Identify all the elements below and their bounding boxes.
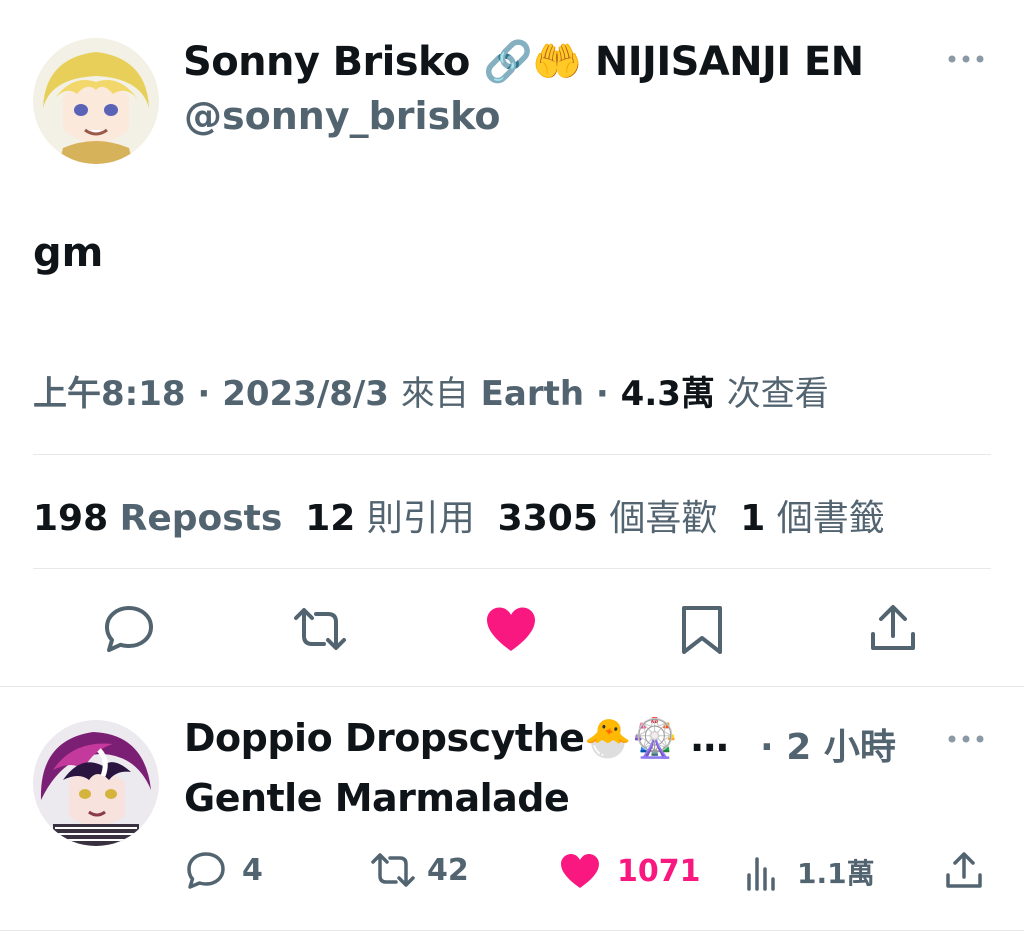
author-handle[interactable]: @sonny_brisko bbox=[184, 94, 501, 138]
author-name[interactable]: Sonny Brisko bbox=[183, 39, 470, 85]
divider bbox=[33, 568, 991, 569]
bookmark-icon[interactable] bbox=[680, 604, 724, 656]
tweet-time[interactable]: 上午8:18 bbox=[33, 374, 186, 414]
reply-count: 4 bbox=[242, 852, 263, 888]
tweet-meta: 上午8:18 · 2023/8/3 來自 Earth · 4.3萬 次查看 bbox=[33, 366, 829, 415]
author-name-line[interactable]: Sonny Brisko 🔗🤲 NIJISANJI EN bbox=[183, 38, 864, 85]
reply-author-name[interactable]: Doppio Dropscythe bbox=[184, 716, 585, 760]
divider bbox=[0, 930, 1024, 931]
reply-like-action[interactable]: 1071 bbox=[559, 852, 701, 890]
views-count: 1.1萬 bbox=[797, 857, 875, 890]
author-avatar[interactable] bbox=[33, 38, 159, 164]
name-ellipsis: … bbox=[690, 716, 729, 760]
views-icon bbox=[745, 853, 781, 891]
like-count: 1071 bbox=[617, 853, 701, 889]
author-affiliation: NIJISANJI EN bbox=[594, 39, 864, 85]
repost-count: 42 bbox=[427, 852, 469, 888]
reply-time[interactable]: 2 小時 bbox=[786, 727, 896, 768]
share-icon[interactable] bbox=[868, 602, 918, 654]
reply-icon[interactable] bbox=[103, 604, 155, 654]
reply-icon bbox=[186, 850, 226, 890]
repost-icon[interactable] bbox=[290, 606, 350, 652]
reply-more-options-icon[interactable] bbox=[946, 732, 986, 746]
like-icon[interactable] bbox=[484, 605, 538, 653]
more-options-icon[interactable] bbox=[946, 52, 986, 66]
likes-stat[interactable]: 3305 個喜歡 bbox=[498, 498, 718, 539]
author-emojis: 🔗🤲 bbox=[483, 39, 582, 85]
tweet-source: Earth bbox=[480, 374, 585, 414]
reply-views-action[interactable]: 1.1萬 bbox=[745, 852, 875, 892]
divider bbox=[0, 686, 1024, 687]
views-count[interactable]: 4.3萬 bbox=[621, 374, 715, 414]
tweet-date[interactable]: 2023/8/3 bbox=[222, 374, 389, 414]
meta-separator: · bbox=[197, 374, 211, 414]
tweet-text: gm bbox=[33, 230, 104, 276]
reply-text: Gentle Marmalade bbox=[184, 776, 570, 820]
divider bbox=[33, 454, 991, 455]
quotes-stat[interactable]: 12 則引用 bbox=[305, 498, 475, 539]
reply-share-icon[interactable] bbox=[944, 850, 984, 890]
views-label: 次查看 bbox=[726, 374, 829, 414]
reply-author-line[interactable]: Doppio Dropscythe🐣🎡 … bbox=[184, 716, 729, 761]
like-icon bbox=[559, 852, 601, 890]
tweet-stats: 198 Reposts 12 則引用 3305 個喜歡 1 個書籤 bbox=[33, 489, 885, 541]
reply-avatar[interactable] bbox=[33, 720, 159, 846]
from-label: 來自 bbox=[400, 374, 469, 414]
reply-timestamp[interactable]: · 2 小時 bbox=[760, 718, 896, 770]
time-separator: · bbox=[760, 727, 774, 768]
reply-author-emojis: 🐣🎡 bbox=[584, 716, 679, 760]
bookmarks-stat[interactable]: 1 個書籤 bbox=[740, 498, 885, 539]
repost-icon bbox=[369, 852, 417, 888]
reply-comment-action[interactable]: 4 bbox=[186, 850, 263, 890]
reposts-stat[interactable]: 198 Reposts bbox=[33, 498, 282, 539]
reply-repost-action[interactable]: 42 bbox=[369, 852, 469, 888]
meta-separator: · bbox=[595, 374, 609, 414]
